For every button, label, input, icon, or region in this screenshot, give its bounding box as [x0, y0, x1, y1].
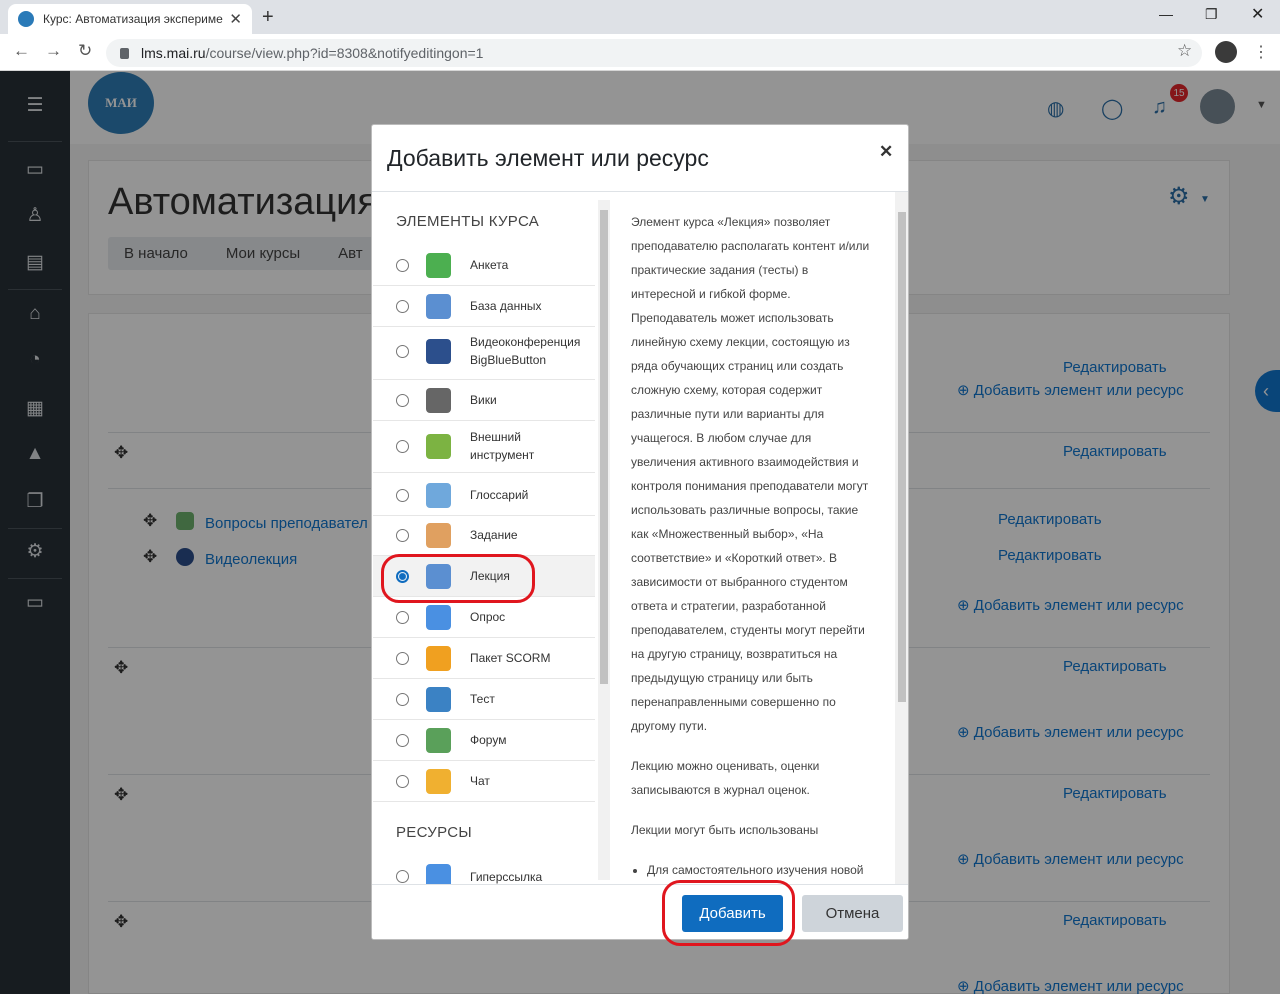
radio-button[interactable]: [396, 610, 409, 624]
activity-chooser-dialog: Добавить элемент или ресурс ✕ ЭЛЕМЕНТЫ К…: [371, 124, 909, 940]
url-icon: [426, 864, 451, 884]
scorm-icon: [426, 645, 451, 671]
radio-button[interactable]: [396, 692, 409, 706]
option-puzzle[interactable]: Внешний инструмент: [373, 420, 595, 473]
bigbluebutton-icon: [426, 338, 451, 364]
description-panel: Элемент курса «Лекция» позволяет препода…: [612, 192, 908, 884]
lock-icon: [120, 47, 129, 59]
url-host: lms.mai.ru: [141, 45, 206, 61]
address-bar-row: ← → ↻ lms.mai.ru /course/view.php?id=830…: [0, 34, 1280, 71]
option-forum[interactable]: Форум: [373, 720, 595, 761]
option-url[interactable]: Гиперссылка: [373, 856, 595, 884]
radio-button[interactable]: [396, 439, 409, 453]
tab-title: Курс: Автоматизация экспериме: [43, 12, 223, 26]
close-icon[interactable]: ✕: [879, 142, 893, 162]
radio-button[interactable]: [396, 344, 409, 358]
radio-button[interactable]: [396, 870, 409, 883]
reload-icon[interactable]: ↻: [78, 41, 92, 61]
radio-button[interactable]: [396, 258, 409, 272]
restore-icon[interactable]: ❐: [1205, 6, 1218, 23]
database-icon: [426, 293, 451, 319]
chat-icon: [426, 768, 451, 794]
browser-tabbar: Курс: Автоматизация экспериме ✕ + — ❐ ✕: [0, 0, 1280, 34]
description-paragraph: Лекцию можно оценивать, оценки записываю…: [631, 759, 820, 797]
option-label: Видеоконференция BigBlueButton: [470, 335, 581, 367]
group-heading: ЭЛЕМЕНТЫ КУРСА: [396, 213, 540, 230]
dialog-footer: Добавить Отмена: [372, 884, 908, 939]
highlight-annotation: [381, 554, 535, 603]
radio-button[interactable]: [396, 299, 409, 313]
option-database[interactable]: База данных: [373, 286, 595, 327]
option-glossary[interactable]: Глоссарий: [373, 475, 595, 516]
radio-button[interactable]: [396, 651, 409, 665]
option-label: Внешний инструмент: [470, 430, 535, 462]
option-bigbluebutton[interactable]: Видеоконференция BigBlueButton: [373, 323, 595, 380]
question-icon: [426, 604, 451, 630]
option-label: Пакет SCORM: [470, 651, 551, 665]
option-label: Опрос: [470, 610, 506, 624]
url-input[interactable]: lms.mai.ru /course/view.php?id=8308&noti…: [106, 39, 1202, 67]
options-scrollbar[interactable]: [598, 200, 610, 880]
option-label: Анкета: [470, 258, 509, 272]
option-label: Задание: [470, 528, 518, 542]
option-label: Тест: [470, 692, 495, 706]
window-close-icon[interactable]: ✕: [1251, 4, 1264, 24]
browser-tab[interactable]: Курс: Автоматизация экспериме ✕: [8, 4, 252, 34]
browser-menu-icon[interactable]: ⋮: [1253, 42, 1269, 62]
tab-close-icon[interactable]: ✕: [229, 10, 242, 28]
url-path: /course/view.php?id=8308&notifyeditingon…: [205, 45, 484, 61]
description-scrollbar[interactable]: [896, 200, 908, 880]
option-label: База данных: [470, 299, 542, 313]
option-label: Форум: [470, 733, 507, 747]
dialog-title: Добавить элемент или ресурс: [387, 145, 709, 171]
option-chart[interactable]: Анкета: [373, 245, 595, 286]
option-quiz[interactable]: Тест: [373, 679, 595, 720]
option-scorm[interactable]: Пакет SCORM: [373, 638, 595, 679]
forum-icon: [426, 727, 451, 753]
option-wiki[interactable]: Вики: [373, 380, 595, 421]
back-icon[interactable]: ←: [13, 41, 30, 61]
puzzle-icon: [426, 433, 451, 459]
option-assignment[interactable]: Задание: [373, 515, 595, 556]
option-question[interactable]: Опрос: [373, 597, 595, 638]
site-favicon-icon: [18, 11, 34, 27]
option-label: Вики: [470, 393, 497, 407]
new-tab-icon[interactable]: +: [262, 6, 274, 29]
assignment-icon: [426, 522, 451, 548]
scroll-thumb[interactable]: [898, 212, 906, 702]
option-label: Чат: [470, 774, 490, 788]
minimize-icon[interactable]: —: [1159, 6, 1173, 22]
group-heading: РЕСУРСЫ: [396, 824, 472, 841]
description: Элемент курса «Лекция» позволяет препода…: [612, 192, 895, 884]
radio-button[interactable]: [396, 774, 409, 788]
radio-button[interactable]: [396, 733, 409, 747]
description-paragraph: Лекции могут быть использованы: [631, 823, 819, 837]
radio-button[interactable]: [396, 528, 409, 542]
radio-button[interactable]: [396, 393, 409, 407]
chart-icon: [426, 252, 451, 278]
radio-button[interactable]: [396, 488, 409, 502]
option-label: Гиперссылка: [470, 869, 543, 884]
glossary-icon: [426, 482, 451, 508]
quiz-icon: [426, 686, 451, 712]
forward-icon[interactable]: →: [45, 41, 62, 61]
option-chat[interactable]: Чат: [373, 761, 595, 802]
option-label: Глоссарий: [470, 488, 529, 502]
wiki-icon: [426, 387, 451, 413]
description-bullet: Для самостоятельного изучения новой: [647, 858, 875, 882]
cancel-button[interactable]: Отмена: [802, 895, 903, 932]
description-paragraph: Элемент курса «Лекция» позволяет препода…: [631, 215, 870, 733]
scroll-thumb[interactable]: [600, 210, 608, 684]
options-list: ЭЛЕМЕНТЫ КУРСА Анкета База данных Видеокон…: [373, 192, 611, 884]
profile-avatar[interactable]: [1215, 41, 1237, 63]
highlight-annotation: [662, 880, 795, 946]
